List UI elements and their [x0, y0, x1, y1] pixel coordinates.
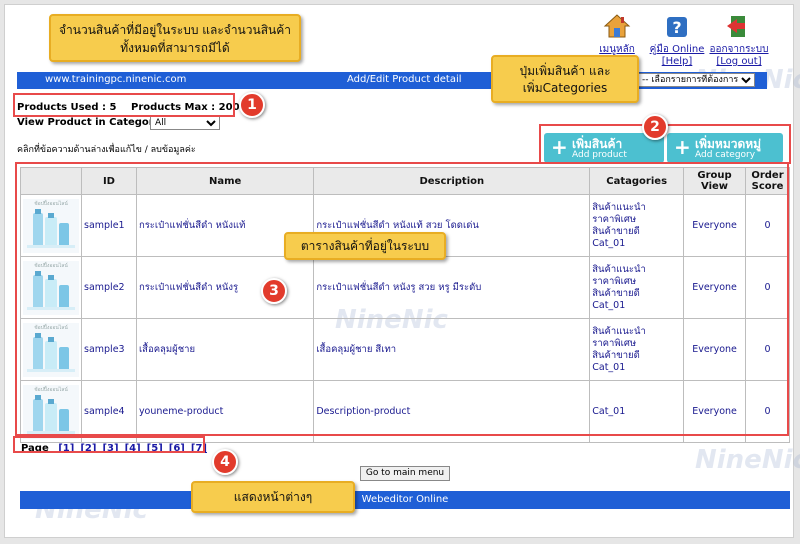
help-icon: ? [667, 17, 687, 37]
category-filter-select[interactable]: All [150, 116, 220, 130]
edit-hint: คลิกที่ข้อความด้านล่างเพื่อแก้ไข / ลบข้อ… [17, 145, 196, 155]
page-title: Add/Edit Product detail [347, 74, 462, 85]
callout-table: ตารางสินค้าที่อยู่ในระบบ [284, 232, 446, 260]
callout-summary: จำนวนสินค้าที่มีอยู่ในระบบ และจำนวนสินค้… [49, 14, 301, 62]
home-icon [603, 14, 631, 38]
svg-text:?: ? [672, 18, 681, 37]
page-canvas: NineNic NineNic NineNic NineNic เมนูหลัก… [4, 4, 800, 538]
logout-icon [727, 16, 745, 37]
footer-bar: Webeditor Online [20, 491, 790, 509]
highlight-box-pager [13, 436, 205, 453]
logout-button[interactable]: ออกจากระบบ [Log out] [709, 13, 769, 68]
menu-select[interactable]: -- เลือกรายการที่ต้องการ -- [637, 73, 755, 87]
badge-3: 3 [261, 278, 287, 304]
logout-link[interactable]: ออกจากระบบ [Log out] [709, 44, 769, 68]
highlight-box-summary [13, 93, 235, 117]
callout-pager: แสดงหน้าต่างๆ [191, 481, 355, 513]
watermark: NineNic [695, 445, 800, 475]
badge-2: 2 [642, 114, 668, 140]
badge-1: 1 [239, 92, 265, 118]
category-filter-label: View Product in Category : [17, 117, 168, 128]
badge-4: 4 [212, 449, 238, 475]
callout-buttons: ปุ่มเพิ่มสินค้า และเพิ่มCategories [491, 55, 639, 103]
highlight-box-table [15, 162, 789, 436]
help-link[interactable]: คู่มือ Online [Help] [647, 44, 707, 68]
home-button[interactable]: เมนูหลัก [587, 13, 647, 56]
help-button[interactable]: ? คู่มือ Online [Help] [647, 13, 707, 68]
site-url: www.trainingpc.ninenic.com [45, 74, 187, 85]
main-menu-button[interactable]: Go to main menu [360, 466, 450, 481]
